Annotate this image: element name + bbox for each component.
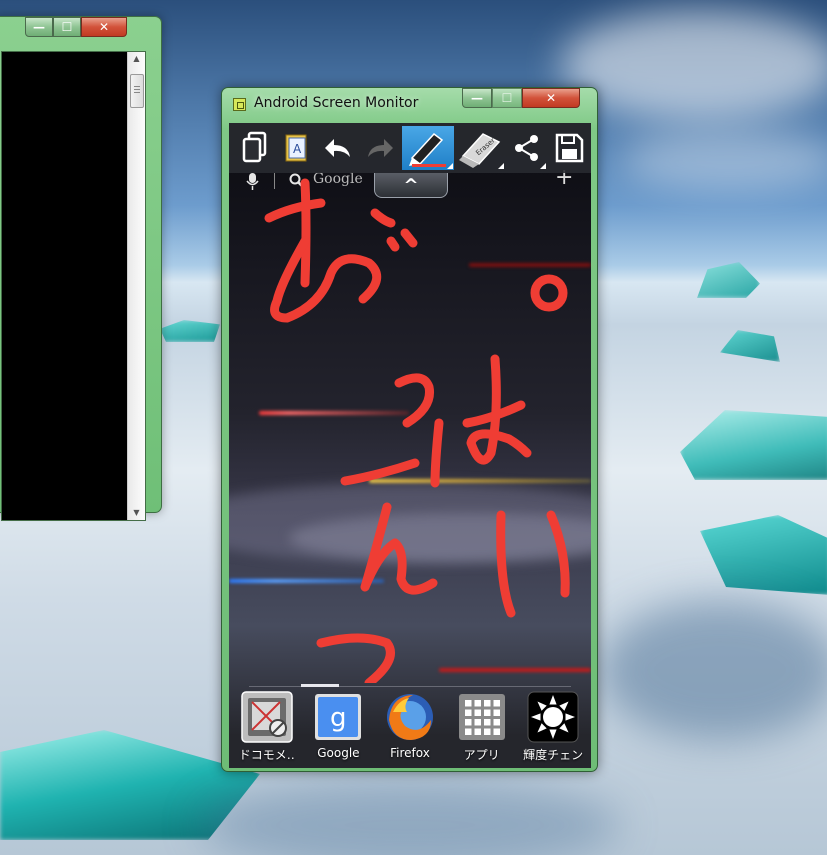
handwriting-stroke	[496, 510, 516, 618]
apps-grid-dot	[493, 709, 500, 716]
android-screen-monitor-window[interactable]: Android Screen Monitor — ☐ ✕ Google + A …	[221, 87, 598, 772]
handwriting-stroke	[530, 274, 568, 312]
window-title: Android Screen Monitor	[254, 95, 419, 111]
apps-grid-dot	[493, 700, 500, 707]
window-controls: — ☐ ✕	[25, 17, 127, 37]
ice-block	[160, 320, 220, 342]
vertical-scrollbar[interactable]: ▲ ▼	[127, 52, 145, 520]
apps-grid-dot	[464, 728, 472, 735]
dock-item-label: アプリ	[463, 748, 500, 762]
handwriting-stroke	[270, 236, 382, 323]
maximize-button[interactable]: ☐	[492, 88, 522, 108]
snow-shadow	[600, 600, 827, 740]
apps-grid-dot	[474, 700, 481, 707]
snow-shadow	[200, 780, 620, 855]
scroll-thumb[interactable]	[130, 74, 144, 108]
dock-item-firefox[interactable]: Firefox	[375, 690, 445, 768]
firefox-icon	[383, 690, 437, 744]
minimize-button[interactable]: —	[25, 17, 53, 37]
handwriting-stroke	[394, 373, 435, 428]
device-screen[interactable]: Google + A Eraser ^ ドコモメ‥ g Google Firef…	[229, 123, 591, 768]
dock-item-label: Firefox	[390, 746, 430, 760]
apps-grid-dot	[474, 728, 481, 735]
apps-grid-dot	[464, 709, 472, 716]
handwriting-stroke	[546, 510, 570, 598]
dock-item-brightness[interactable]: 輝度チェン	[518, 690, 588, 768]
apps-grid-dot	[483, 728, 491, 735]
apps-grid-dot	[474, 709, 481, 716]
window-controls: — ☐ ✕	[462, 88, 580, 108]
console-area[interactable]: ▲ ▼	[1, 51, 146, 521]
ice-block	[697, 262, 760, 298]
dock-item-apps[interactable]: アプリ	[447, 690, 517, 768]
scroll-up-arrow[interactable]: ▲	[128, 52, 145, 66]
handwriting-overlay	[264, 178, 570, 683]
ice-block	[720, 330, 780, 362]
dock-item-label: ドコモメ‥	[238, 748, 295, 762]
sky-cloud	[560, 10, 827, 120]
sky-cloud	[620, 130, 827, 190]
minimize-button[interactable]: —	[462, 88, 492, 108]
background-window[interactable]: — ☐ ✕ ▲ ▼	[0, 16, 162, 521]
dock-item-label: 輝度チェン	[523, 748, 584, 762]
handwriting-stroke	[300, 178, 311, 288]
apps-grid-dot	[483, 719, 491, 726]
dock-item-label: Google	[317, 746, 360, 760]
ice-block	[680, 410, 827, 480]
handwriting-stroke	[340, 458, 420, 486]
docomo-mail-icon	[240, 690, 294, 744]
handwriting-stroke	[370, 208, 396, 228]
app-icon	[233, 98, 246, 111]
google-glyph: g	[330, 703, 347, 733]
dock-divider	[249, 686, 571, 687]
ice-block	[700, 515, 827, 595]
apps-grid-icon	[455, 690, 509, 744]
apps-grid-dot	[493, 719, 500, 726]
apps-grid-dot	[483, 709, 491, 716]
handwriting-stroke	[360, 502, 438, 595]
dock-item-google[interactable]: g Google	[303, 690, 373, 768]
apps-grid-dot	[464, 719, 472, 726]
close-button[interactable]: ✕	[81, 17, 127, 37]
dock-item-docomo-mail[interactable]: ドコモメ‥	[232, 690, 302, 768]
apps-grid-dot	[493, 728, 500, 735]
apps-grid-dot	[474, 719, 481, 726]
handwriting-stroke	[430, 418, 444, 488]
handwriting-stroke	[400, 228, 418, 248]
apps-grid-dot	[483, 700, 491, 707]
maximize-button[interactable]: ☐	[53, 17, 81, 37]
google-icon: g	[311, 690, 365, 744]
handwriting-stroke	[316, 633, 395, 683]
brightness-icon	[526, 690, 580, 744]
page-indicator	[301, 684, 339, 687]
close-button[interactable]: ✕	[522, 88, 580, 108]
handwriting-stroke	[264, 198, 326, 223]
app-dock: ドコモメ‥ g Google Firefox アプリ 輝度チェン	[229, 690, 591, 768]
handwriting-stroke	[386, 236, 400, 252]
scroll-down-arrow[interactable]: ▼	[128, 506, 145, 520]
apps-grid-dot	[464, 700, 472, 707]
